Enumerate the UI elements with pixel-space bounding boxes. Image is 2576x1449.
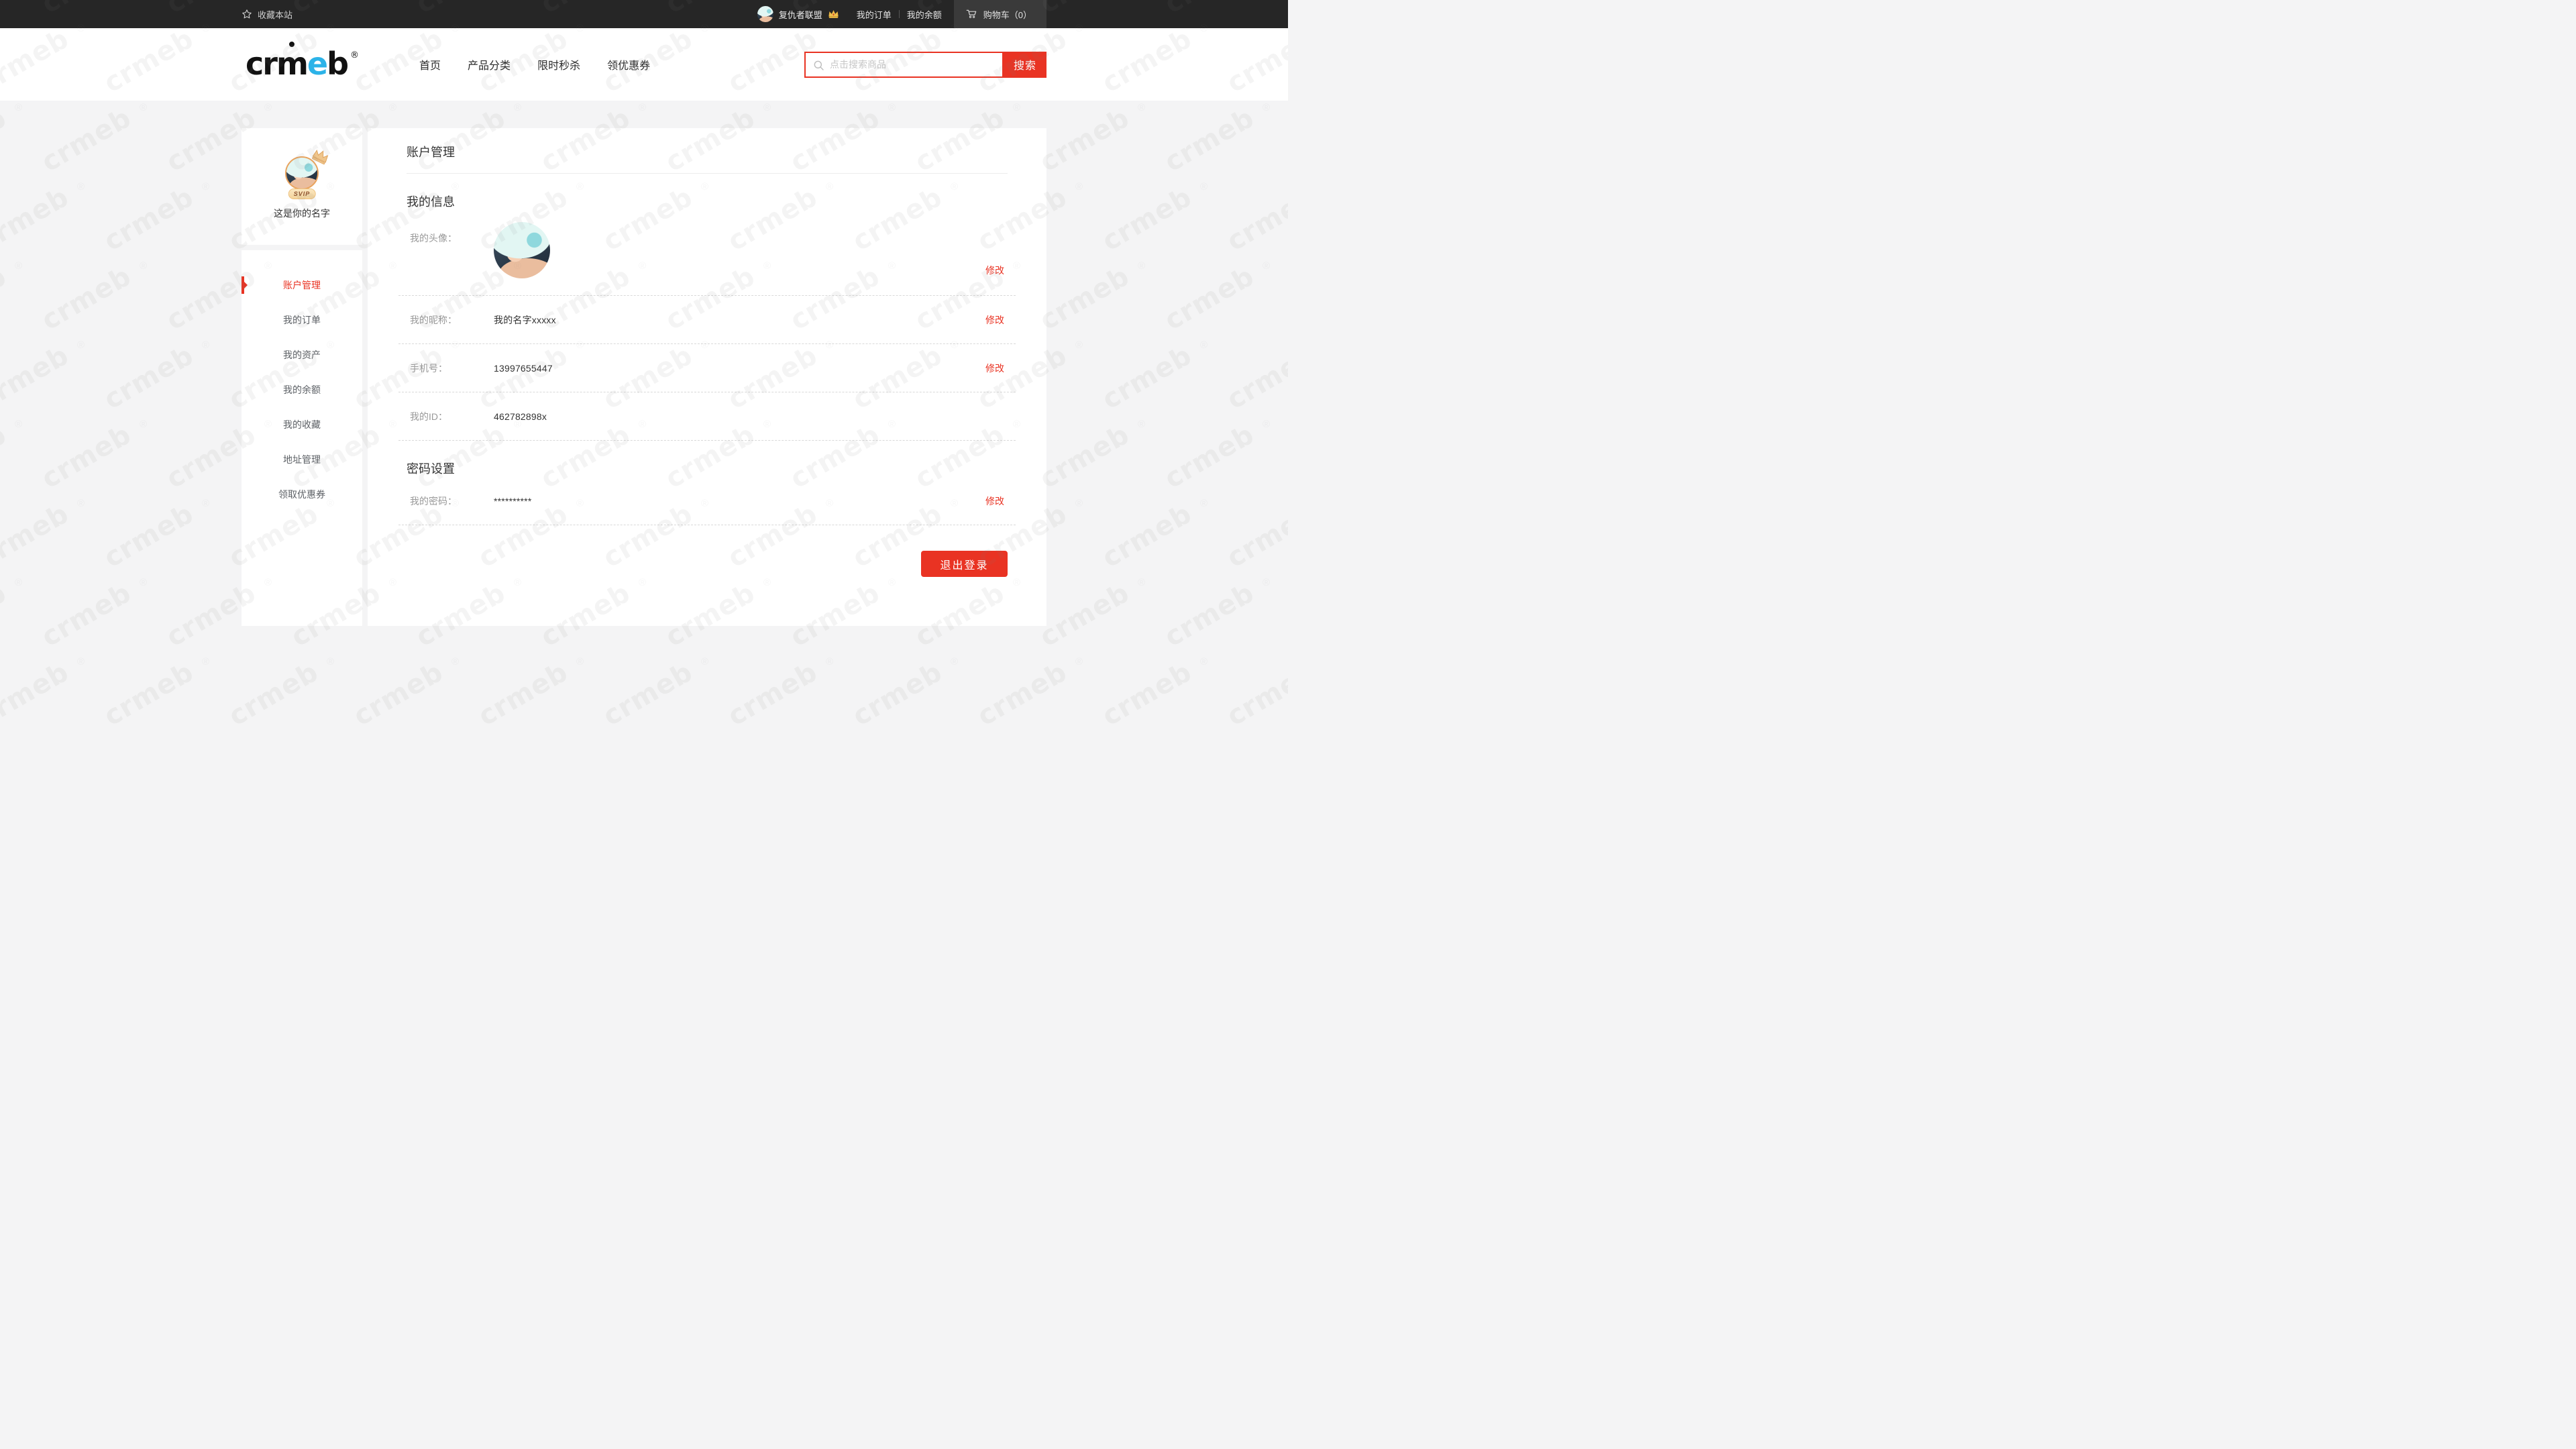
sidebar-avatar bbox=[285, 156, 319, 190]
page-title: 账户管理 bbox=[407, 128, 1008, 174]
sidebar-item-account[interactable]: 账户管理 bbox=[241, 268, 362, 303]
phone-label: 手机号： bbox=[410, 362, 494, 375]
crown-icon bbox=[828, 9, 839, 19]
nickname-label: 我的昵称： bbox=[410, 313, 494, 327]
star-icon bbox=[241, 9, 252, 19]
search-input[interactable] bbox=[806, 53, 1002, 76]
cart-button[interactable]: 购物车（0） bbox=[954, 0, 1046, 28]
cart-label: 购物车（0） bbox=[983, 8, 1032, 21]
favorite-site-label: 收藏本站 bbox=[258, 8, 292, 21]
nickname-value: 我的名字xxxxx bbox=[494, 313, 556, 327]
modify-password-link[interactable]: 修改 bbox=[985, 494, 1004, 508]
logo[interactable]: crmeb® bbox=[246, 50, 359, 78]
sidebar-item-address[interactable]: 地址管理 bbox=[241, 442, 362, 477]
search-bar: 搜索 bbox=[804, 52, 1046, 78]
topbar: 收藏本站 复仇者联盟 我的订单 我的余额 购物 bbox=[0, 0, 1288, 28]
id-row: 我的ID： 462782898x bbox=[398, 392, 1016, 441]
id-value: 462782898x bbox=[494, 411, 547, 422]
nickname-row: 我的昵称： 我的名字xxxxx 修改 bbox=[398, 296, 1016, 344]
section-my-info: 我的信息 bbox=[407, 193, 1008, 210]
display-name: 这是你的名字 bbox=[241, 207, 362, 220]
nav-home[interactable]: 首页 bbox=[419, 56, 441, 72]
section-password: 密码设置 bbox=[407, 460, 1008, 477]
favorite-site-link[interactable]: 收藏本站 bbox=[241, 8, 292, 21]
id-label: 我的ID： bbox=[410, 410, 494, 423]
sidebar-item-favorites[interactable]: 我的收藏 bbox=[241, 407, 362, 442]
sidebar-user-card: SVIP 这是你的名字 bbox=[241, 128, 362, 245]
phone-value: 13997655447 bbox=[494, 363, 553, 374]
user-avatar bbox=[757, 6, 773, 22]
logo-text: cr bbox=[246, 50, 276, 78]
my-orders-link[interactable]: 我的订单 bbox=[857, 8, 892, 21]
nav-flash-sale[interactable]: 限时秒杀 bbox=[537, 56, 580, 72]
modify-nickname-link[interactable]: 修改 bbox=[985, 313, 1004, 327]
modify-avatar-link[interactable]: 修改 bbox=[985, 264, 1004, 278]
svip-badge: SVIP bbox=[288, 189, 316, 199]
nav-coupons[interactable]: 领优惠券 bbox=[607, 56, 650, 72]
sidebar-menu: 账户管理 我的订单 我的资产 我的余额 我的收藏 地址管理 领取优惠券 bbox=[241, 250, 362, 626]
username-label: 复仇者联盟 bbox=[779, 8, 822, 21]
sidebar-item-orders[interactable]: 我的订单 bbox=[241, 303, 362, 337]
search-icon bbox=[812, 59, 826, 72]
header: crmeb® 首页 产品分类 限时秒杀 领优惠券 搜索 bbox=[0, 28, 1288, 101]
registered-mark: ® bbox=[350, 52, 359, 60]
my-balance-link[interactable]: 我的余额 bbox=[907, 8, 942, 21]
sidebar-item-assets[interactable]: 我的资产 bbox=[241, 337, 362, 372]
phone-row: 手机号： 13997655447 修改 bbox=[398, 344, 1016, 392]
password-row: 我的密码： ********** 修改 bbox=[398, 477, 1016, 525]
password-label: 我的密码： bbox=[410, 494, 494, 508]
password-value: ********** bbox=[494, 496, 531, 506]
sidebar-item-coupons[interactable]: 领取优惠券 bbox=[241, 477, 362, 512]
main-nav: 首页 产品分类 限时秒杀 领优惠券 bbox=[419, 56, 650, 72]
profile-avatar-image bbox=[494, 222, 550, 278]
logout-button[interactable]: 退出登录 bbox=[921, 551, 1008, 577]
modify-phone-link[interactable]: 修改 bbox=[985, 362, 1004, 375]
nav-product-categories[interactable]: 产品分类 bbox=[468, 56, 511, 72]
cart-icon bbox=[965, 8, 977, 20]
content: SVIP 这是你的名字 账户管理 我的订单 我的资产 我的余额 我的收藏 地址管… bbox=[241, 128, 1046, 626]
sidebar-item-balance[interactable]: 我的余额 bbox=[241, 372, 362, 407]
sidebar: SVIP 这是你的名字 账户管理 我的订单 我的资产 我的余额 我的收藏 地址管… bbox=[241, 128, 362, 626]
user-menu[interactable]: 复仇者联盟 bbox=[757, 6, 839, 22]
topbar-divider bbox=[899, 10, 900, 18]
avatar-label: 我的头像： bbox=[410, 222, 494, 245]
logo-head-icon bbox=[289, 42, 294, 47]
avatar-row: 我的头像： 修改 bbox=[398, 210, 1016, 296]
account-panel: 账户管理 我的信息 我的头像： 修改 我的昵称： 我的名字xxxxx 修改 手机… bbox=[368, 128, 1046, 626]
search-button[interactable]: 搜索 bbox=[1004, 52, 1046, 78]
